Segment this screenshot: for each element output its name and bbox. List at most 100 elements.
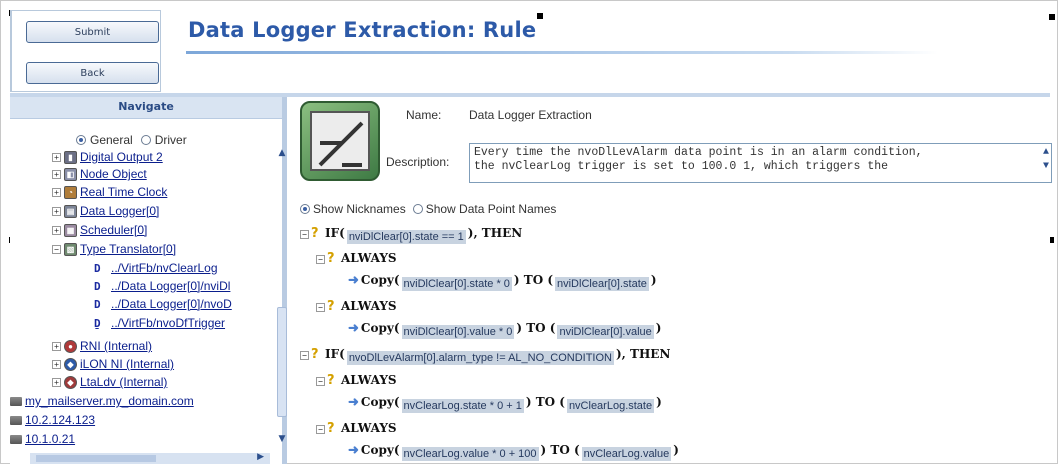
ltaldv-icon: ◆ (64, 375, 77, 389)
scroll-thumb[interactable] (36, 455, 156, 462)
copy-destination[interactable]: nvClearLog.value (581, 447, 672, 461)
copy-statement-4[interactable]: ➜ Copy( nvClearLog.value * 0 + 100 ) TO … (348, 442, 679, 461)
rni-icon: ● (64, 339, 77, 353)
condition-bulb-icon: ? (327, 373, 335, 388)
expand-icon[interactable]: + (52, 377, 61, 387)
expand-icon[interactable]: + (52, 169, 61, 179)
always-block-3[interactable]: − ? ALWAYS (316, 373, 397, 388)
action-arrow-icon: ➜ (348, 442, 359, 457)
back-button[interactable]: Back (26, 62, 159, 84)
name-label: Name: (406, 108, 442, 122)
driver-label: Driver (154, 133, 187, 147)
corner-marker (1050, 237, 1054, 243)
always-block-1[interactable]: − ? ALWAYS (316, 251, 397, 266)
copy-destination[interactable]: nvClearLog.state (566, 399, 655, 413)
show-datapoint-names-radio[interactable] (412, 204, 423, 214)
always-block-4[interactable]: − ? ALWAYS (316, 421, 397, 436)
tree-item-data-logger[interactable]: + ▤ Data Logger[0] (52, 204, 159, 218)
tree-item-nvclearlog[interactable]: D ../VirtFb/nvClearLog (94, 261, 218, 275)
description-line: Every time the nvoDlLevAlarm data point … (474, 146, 923, 159)
navigate-vertical-scrollbar[interactable]: ▲ ▼ (275, 147, 289, 447)
rule-logo-icon (300, 101, 380, 181)
tree-item-mailserver[interactable]: my_mailserver.my_domain.com (10, 394, 194, 408)
collapse-icon[interactable]: − (316, 377, 325, 386)
condition-bulb-icon: ? (311, 226, 319, 241)
tree-item-scheduler[interactable]: + ▦ Scheduler[0] (52, 223, 147, 237)
description-textarea[interactable]: Every time the nvoDlLevAlarm data point … (469, 143, 1052, 183)
condition-bulb-icon: ? (311, 347, 319, 362)
collapse-icon[interactable]: − (300, 351, 309, 360)
scroll-up-icon[interactable]: ▲ (275, 147, 289, 159)
tree-item-ilon-ni[interactable]: + ◆ iLON NI (Internal) (52, 357, 174, 371)
scroll-right-icon[interactable]: ▶ (257, 452, 264, 462)
data-logger-icon: ▤ (64, 204, 77, 218)
datapoint-icon: D (94, 297, 101, 311)
condition-expression[interactable]: nviDlClear[0].state == 1 (346, 230, 466, 244)
copy-source[interactable]: nviDlClear[0].state * 0 (401, 277, 512, 291)
collapse-icon[interactable]: − (300, 230, 309, 239)
if-statement-1[interactable]: − ? IF( nviDlClear[0].state == 1 ), THEN (300, 226, 522, 244)
tree-item-nvidl[interactable]: D ../Data Logger[0]/nviDl (94, 279, 230, 293)
action-arrow-icon: ➜ (348, 272, 359, 287)
tree-item-host-1[interactable]: 10.2.124.123 (10, 413, 95, 427)
collapse-icon[interactable]: − (316, 303, 325, 312)
scroll-arrows-icon[interactable]: ▲ ▼ (1043, 146, 1049, 174)
type-translator-icon: ▧ (64, 242, 77, 256)
copy-statement-2[interactable]: ➜ Copy( nviDlClear[0].value * 0 ) TO ( n… (348, 320, 661, 339)
copy-destination[interactable]: nviDlClear[0].value (557, 325, 654, 339)
expand-icon[interactable]: + (52, 152, 61, 162)
collapse-icon[interactable]: − (52, 244, 61, 254)
expand-icon[interactable]: + (52, 187, 61, 197)
host-icon (10, 396, 22, 406)
copy-source[interactable]: nvClearLog.value * 0 + 100 (401, 447, 539, 461)
tree-item-nvod[interactable]: D ../Data Logger[0]/nvoD (94, 297, 232, 311)
if-statement-2[interactable]: − ? IF( nvoDlLevAlarm[0].alarm_type != A… (300, 347, 670, 365)
condition-bulb-icon: ? (327, 421, 335, 436)
condition-expression[interactable]: nvoDlLevAlarm[0].alarm_type != AL_NO_CON… (346, 351, 614, 365)
expand-icon[interactable]: + (52, 359, 61, 369)
action-arrow-icon: ➜ (348, 320, 359, 335)
host-icon (10, 415, 22, 425)
collapse-icon[interactable]: − (316, 255, 325, 264)
corner-marker (537, 13, 543, 19)
scroll-down-icon[interactable]: ▼ (275, 433, 289, 445)
navigate-horizontal-scrollbar[interactable]: ▶ (30, 452, 270, 464)
collapse-icon[interactable]: − (316, 425, 325, 434)
button-panel: Submit Back (10, 10, 161, 92)
host-icon (10, 434, 22, 444)
datapoint-icon: D (94, 261, 101, 275)
action-arrow-icon: ➜ (348, 394, 359, 409)
tree-item-nvodftrigger[interactable]: Ḏ ../VirtFb/nvoDfTrigger (94, 316, 225, 330)
driver-radio[interactable] (140, 135, 151, 145)
copy-statement-3[interactable]: ➜ Copy( nvClearLog.state * 0 + 1 ) TO ( … (348, 394, 662, 413)
datapoint-icon: D (94, 279, 101, 293)
node-object-icon: ◧ (64, 167, 77, 181)
submit-button[interactable]: Submit (26, 21, 159, 43)
tree-item-digital-output[interactable]: + ▮ Digital Output 2 (52, 150, 163, 164)
tree-item-host-2[interactable]: 10.1.0.21 (10, 432, 75, 446)
tree-item-rni[interactable]: + ● RNI (Internal) (52, 339, 152, 353)
tree-item-type-translator[interactable]: − ▧ Type Translator[0] (52, 242, 176, 256)
navigate-panel: Navigate General Driver + ▮ Digital Outp… (10, 97, 287, 464)
tree-item-node-object[interactable]: + ◧ Node Object (52, 167, 147, 181)
show-nicknames-radio[interactable] (300, 204, 310, 214)
copy-destination[interactable]: nviDlClear[0].state (555, 277, 649, 291)
scroll-thumb[interactable] (277, 307, 287, 417)
logo-graphic (318, 121, 364, 167)
copy-source[interactable]: nvClearLog.state * 0 + 1 (401, 399, 524, 413)
expand-icon[interactable]: + (52, 341, 61, 351)
expand-icon[interactable]: + (52, 225, 61, 235)
datapoint-output-icon: Ḏ (94, 316, 101, 330)
always-block-2[interactable]: − ? ALWAYS (316, 299, 397, 314)
title-underline (186, 51, 938, 54)
expand-icon[interactable]: + (52, 206, 61, 216)
digital-output-icon: ▮ (64, 150, 77, 164)
description-line: the nvClearLog trigger is set to 100.0 1… (474, 160, 889, 173)
general-radio[interactable] (76, 135, 86, 145)
copy-source[interactable]: nviDlClear[0].value * 0 (401, 325, 515, 339)
clock-icon: ◔ (64, 185, 77, 199)
name-display-toggle: Show Nicknames Show Data Point Names (300, 202, 556, 216)
copy-statement-1[interactable]: ➜ Copy( nviDlClear[0].state * 0 ) TO ( n… (348, 272, 657, 291)
tree-item-ltaldv[interactable]: + ◆ LtaLdv (Internal) (52, 375, 167, 389)
tree-item-real-time-clock[interactable]: + ◔ Real Time Clock (52, 185, 167, 199)
